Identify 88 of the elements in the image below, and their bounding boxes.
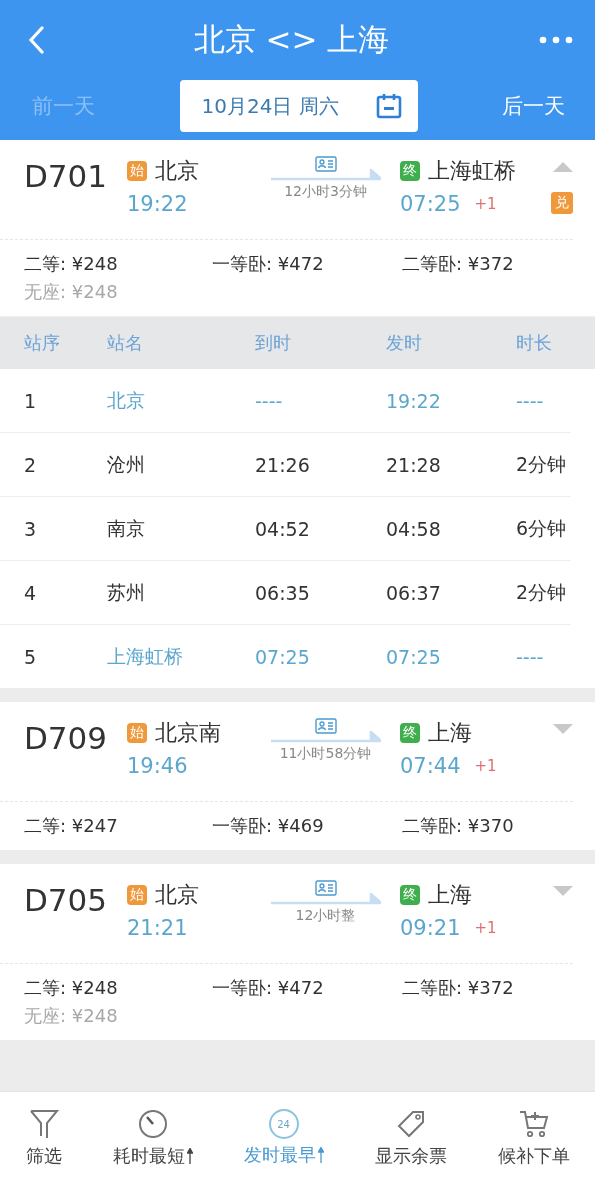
arrival-station: 上海 [428,719,472,747]
table-cell-text: 5 [24,645,38,668]
table-cell-text: 苏州 [107,579,146,605]
cart-icon [517,1108,550,1140]
table-cell-text: 06:37 [386,581,442,604]
calendar-icon [375,93,402,119]
id-card-icon [314,718,337,734]
end-badge: 终 [400,723,420,743]
caret-icon[interactable] [553,724,573,734]
departure-time: 19:46 [127,754,189,778]
page-title: 北京 <> 上海 [193,20,390,59]
departure-station: 北京 [155,157,199,185]
column-header: 时长 [516,331,553,355]
table-cell-text: 北京 [107,387,146,413]
departure-time: 19:22 [127,192,189,216]
seat-price: 二等卧: ¥370 [402,814,515,838]
clock-24-icon: 24 [268,1109,299,1139]
table-cell-text: 3 [24,517,38,540]
table-cell-text: 1 [24,389,38,412]
train-number: D709 [24,719,109,758]
train-number: D701 [24,157,109,196]
column-header: 站名 [107,331,144,355]
column-header: 发时 [386,331,423,355]
table-cell-text: 06:35 [255,581,311,604]
start-badge: 始 [127,885,147,905]
table-cell-text: 2分钟 [516,451,568,477]
table-cell-text: 南京 [107,515,146,541]
seat-price: 一等卧: ¥469 [212,814,325,838]
table-cell-text: 6分钟 [516,515,568,541]
seat-price: 二等: ¥248 [24,252,119,276]
start-badge: 始 [127,161,147,181]
table-cell-text: 07:25 [255,645,311,668]
seat-price: 二等卧: ¥372 [402,252,515,276]
filter-icon [27,1108,60,1140]
start-badge: 始 [127,723,147,743]
id-card-icon [314,156,337,172]
next-day-mark: +1 [474,195,497,213]
departure-station: 北京 [155,881,199,909]
travel-duration: 12小时3分钟 [284,183,367,201]
next-day-mark: +1 [474,757,497,775]
exchange-badge: 兑 [551,192,573,214]
column-header: 站序 [24,331,61,355]
table-cell-text: 04:52 [255,517,311,540]
table-cell-text: 07:25 [386,645,442,668]
arrival-station: 上海 [428,881,472,909]
arrival-time: 07:25 [400,192,461,216]
toolbar-tab[interactable]: 耗时最短 [112,1108,193,1168]
table-cell-text: 21:28 [386,453,442,476]
back-icon[interactable] [28,26,44,54]
table-cell-text: 19:22 [386,389,442,412]
table-cell-text: ---- [255,389,284,412]
more-icon[interactable] [539,36,573,44]
arrival-time: 07:44 [400,754,461,778]
caret-icon[interactable] [553,886,573,896]
seat-price: 一等卧: ¥472 [212,252,325,276]
table-cell-text: 21:26 [255,453,311,476]
arrival-time: 09:21 [400,916,461,940]
toolbar-tab[interactable]: 候补下单 [497,1108,570,1168]
seat-price: 无座: ¥248 [24,1004,119,1028]
table-cell-text: 2 [24,453,38,476]
date-picker[interactable]: 10月24日 周六 [179,80,418,132]
departure-station: 北京南 [155,719,221,747]
seat-price: 二等卧: ¥372 [402,976,515,1000]
caret-icon[interactable] [553,162,573,172]
table-cell-text: 上海虹桥 [107,643,184,669]
seat-price: 一等卧: ¥472 [212,976,325,1000]
arrival-station: 上海虹桥 [428,157,516,185]
timer-icon [136,1108,169,1140]
table-cell-text: ---- [516,645,545,668]
toolbar-tab[interactable]: 筛选 [25,1108,62,1168]
travel-duration: 12小时整 [295,907,356,925]
table-cell-text: 沧州 [107,451,146,477]
toolbar-tab[interactable]: 显示余票 [374,1108,447,1168]
table-cell-text: 2分钟 [516,579,568,605]
id-card-icon [314,880,337,896]
column-header: 到时 [255,331,292,355]
seat-price: 二等: ¥247 [24,814,119,838]
next-day-mark: +1 [474,919,497,937]
table-cell-text: 04:58 [386,517,442,540]
end-badge: 终 [400,885,420,905]
travel-duration: 11小时58分钟 [279,745,372,763]
train-number: D705 [24,881,109,920]
end-badge: 终 [400,161,420,181]
departure-time: 21:21 [127,916,189,940]
table-cell-text: 4 [24,581,38,604]
seat-price: 二等: ¥248 [24,976,119,1000]
table-cell-text: ---- [516,389,545,412]
seat-price: 无座: ¥248 [24,280,119,304]
